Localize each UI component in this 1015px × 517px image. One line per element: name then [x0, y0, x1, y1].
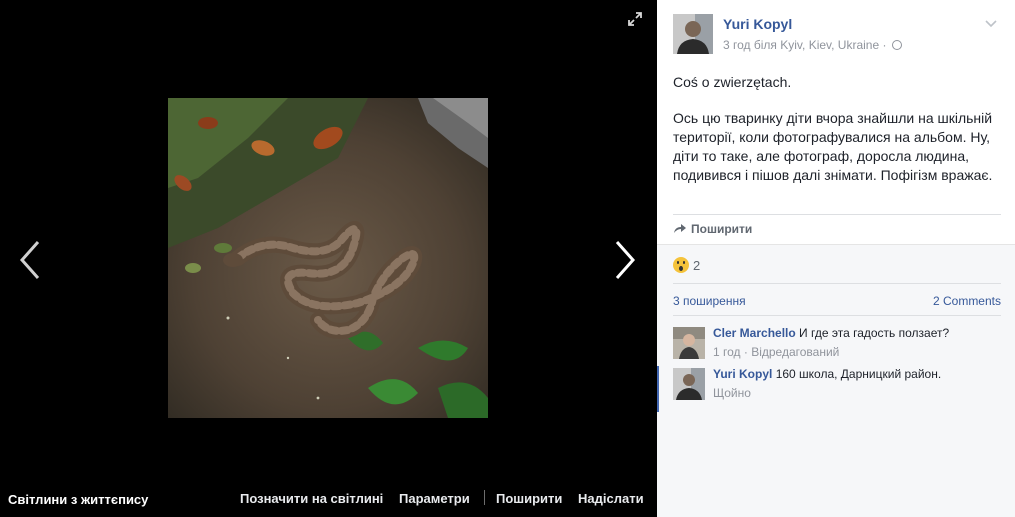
- divider: [484, 490, 485, 505]
- comment-author[interactable]: Cler Marchello: [713, 326, 796, 340]
- chevron-down-icon[interactable]: [985, 16, 997, 28]
- shares-count-link[interactable]: 3 поширення: [673, 294, 746, 308]
- comment-text: Cler Marchello И где эта гадость ползает…: [713, 326, 949, 340]
- reaction-count: 2: [693, 258, 701, 273]
- share-arrow-icon: [673, 222, 687, 234]
- comment-meta[interactable]: 1 год · Відредагований: [713, 345, 839, 359]
- share-photo-button[interactable]: Поширити: [496, 491, 562, 506]
- comment-meta[interactable]: Щойно: [713, 386, 751, 400]
- commenter-avatar[interactable]: [673, 327, 705, 359]
- comment-author[interactable]: Yuri Kopyl: [713, 367, 772, 381]
- comment-text: Yuri Kopyl 160 школа, Дарницкий район.: [713, 367, 941, 381]
- wow-reaction-icon: [673, 257, 689, 273]
- author-name[interactable]: Yuri Kopyl: [723, 16, 792, 32]
- photo-viewer: Світлини з життєпису Позначити на світли…: [0, 0, 657, 517]
- album-link[interactable]: Світлини з життєпису: [8, 492, 148, 507]
- author-avatar[interactable]: [673, 14, 713, 54]
- post-panel: Yuri Kopyl 3 год біля Kyiv, Kiev, Ukrain…: [657, 0, 1015, 517]
- comment-item: Yuri Kopyl 160 школа, Дарницкий район. Щ…: [657, 366, 1015, 412]
- feedback-section: 2 3 поширення 2 Comments Cler Marchello …: [657, 244, 1015, 517]
- comment-body: И где эта гадость ползает?: [799, 326, 950, 340]
- divider: [673, 315, 1001, 316]
- snake-photo: [168, 98, 488, 418]
- post-actions: Поширити: [673, 214, 1001, 244]
- post-meta: 3 год біля Kyiv, Kiev, Ukraine ·: [723, 38, 902, 52]
- comment-body: 160 школа, Дарницкий район.: [775, 367, 942, 381]
- viewer-action-bar: Світлини з життєпису Позначити на світли…: [0, 487, 657, 511]
- comment-item: Cler Marchello И где эта гадость ползает…: [657, 325, 1015, 371]
- share-label: Поширити: [691, 222, 753, 236]
- post-text-line: Coś o zwierzętach.: [673, 74, 792, 90]
- divider: [673, 283, 1001, 284]
- post-time-location[interactable]: 3 год біля Kyiv, Kiev, Ukraine ·: [723, 38, 887, 52]
- options-button[interactable]: Параметри: [399, 491, 470, 506]
- post-text: Coś o zwierzętach. Ось цю тваринку діти …: [673, 73, 1003, 202]
- next-photo-button[interactable]: [609, 238, 639, 282]
- expand-icon[interactable]: [626, 10, 644, 28]
- post-text-line: Ось цю тваринку діти вчора знайшли на шк…: [673, 110, 993, 183]
- send-button[interactable]: Надіслати: [578, 491, 644, 506]
- previous-photo-button[interactable]: [16, 238, 46, 282]
- commenter-avatar[interactable]: [673, 368, 705, 400]
- tag-photo-button[interactable]: Позначити на світлині: [240, 491, 383, 506]
- share-button[interactable]: Поширити: [673, 222, 752, 236]
- globe-icon: [891, 40, 902, 50]
- comments-count-link[interactable]: 2 Comments: [933, 294, 1001, 308]
- reactions-summary[interactable]: 2: [673, 257, 700, 273]
